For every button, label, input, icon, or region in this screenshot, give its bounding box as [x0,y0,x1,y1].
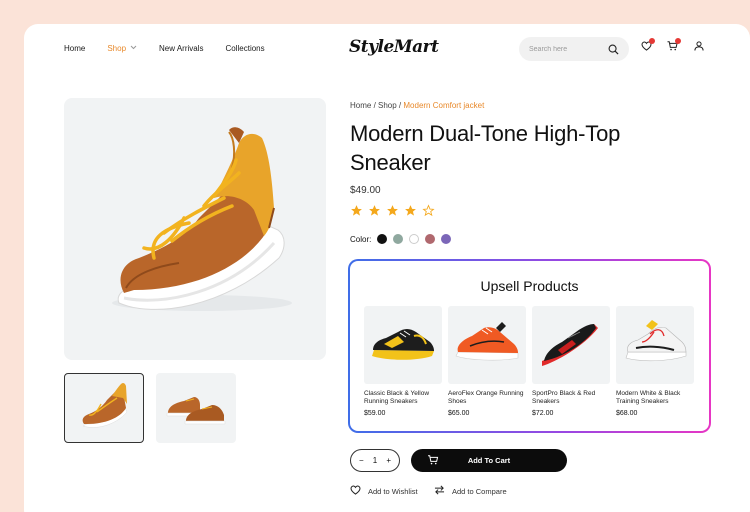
upsell-product-image [616,306,694,384]
cart-icon[interactable] [667,38,681,51]
heart-icon [350,485,361,497]
search-icon[interactable] [608,44,619,55]
upsell-product-name: Classic Black & Yellow Running Sneakers [364,390,430,405]
qty-decrease-button[interactable]: − [359,456,364,465]
star-filled-icon [404,204,417,217]
nav-home-label: Home [64,44,86,53]
color-swatch-white[interactable] [409,234,420,244]
breadcrumb-home[interactable]: Home [350,101,371,110]
nav-shop[interactable]: Shop [107,44,137,53]
quantity-stepper: − 1 + [350,449,400,472]
nav-collections[interactable]: Collections [225,44,264,53]
upsell-panel: Upsell Products Classic Black & Yellow R… [348,259,711,433]
nav-new-arrivals[interactable]: New Arrivals [159,44,203,53]
upsell-product-price: $68.00 [616,410,638,417]
star-filled-icon [368,204,381,217]
add-to-cart-button[interactable]: Add To Cart [411,449,567,472]
sneaker-illustration [112,127,292,311]
search-bar [519,37,629,61]
upsell-product-name: Modern White & Black Training Sneakers [616,390,681,405]
upsell-product-card[interactable]: Classic Black & Yellow Running Sneakers … [364,306,442,417]
upsell-product-card[interactable]: AeroFlex Orange Running Shoes $65.00 [448,306,526,417]
product-page-card: Home Shop New Arrivals Collections Style… [24,24,750,512]
sneaker-black-yellow-icon [372,329,434,360]
product-title: Modern Dual-Tone High-Top Sneaker [350,121,621,175]
add-to-compare-link[interactable]: Add to Compare [434,485,507,497]
thumbnail-sneaker-icon [82,382,128,428]
color-swatch-sage[interactable] [393,234,404,244]
add-to-wishlist-link[interactable]: Add to Wishlist [350,485,418,497]
wishlist-badge [649,38,655,44]
compare-arrows-icon [434,485,445,497]
main-nav: Home Shop New Arrivals Collections [64,44,265,53]
color-swatch-rose[interactable] [425,234,436,244]
upsell-product-price: $72.00 [532,410,554,417]
sneaker-orange-icon [455,322,519,361]
color-selector: Color: [350,234,452,244]
upsell-product-price: $65.00 [448,410,470,417]
thumbnail-2[interactable] [156,373,236,443]
nav-home[interactable]: Home [64,44,85,53]
star-empty-icon [422,204,435,217]
thumbnail-shoe-pair-icon [166,397,226,425]
user-icon[interactable] [694,41,704,51]
upsell-product-image [364,306,442,384]
sneaker-black-red-icon [542,324,598,366]
breadcrumb-shop[interactable]: Shop [378,101,397,110]
sneaker-white-black-icon [625,320,687,362]
cart-badge [675,38,681,44]
nav-new-arrivals-label: New Arrivals [159,44,204,53]
chevron-down-icon [130,45,137,52]
color-label: Color: [350,234,372,244]
nav-collections-label: Collections [225,44,265,53]
qty-value[interactable]: 1 [373,456,377,465]
upsell-product-card[interactable]: SportPro Black & Red Sneakers $72.00 [532,306,610,417]
cart-icon [427,455,439,465]
breadcrumb-current: Modern Comfort jacket [403,101,485,110]
wishlist-label: Add to Wishlist [368,486,418,496]
breadcrumb: Home / Shop / Modern Comfort jacket [350,101,485,110]
thumbnail-1[interactable] [64,373,144,443]
site-logo[interactable]: StyleMart [349,37,439,57]
product-price: $49.00 [350,185,381,196]
star-filled-icon [350,204,363,217]
nav-shop-label: Shop [107,44,127,53]
qty-increase-button[interactable]: + [386,456,391,465]
upsell-product-image [448,306,526,384]
rating-stars [350,204,435,217]
upsell-product-name: AeroFlex Orange Running Shoes [448,390,524,405]
upsell-product-price: $59.00 [364,410,386,417]
heart-icon[interactable] [641,38,655,51]
upsell-product-name: SportPro Black & Red Sneakers [532,390,596,405]
main-product-image [64,98,326,360]
upsell-product-image [532,306,610,384]
star-filled-icon [386,204,399,217]
upsell-title: Upsell Products [480,278,579,294]
upsell-product-card[interactable]: Modern White & Black Training Sneakers $… [616,306,694,417]
upsell-product-list: Classic Black & Yellow Running Sneakers … [364,306,694,417]
color-swatch-black[interactable] [377,234,388,244]
color-swatch-purple[interactable] [441,234,452,244]
search-input[interactable] [529,45,599,53]
upsell-inner: Upsell Products Classic Black & Yellow R… [350,261,709,431]
compare-label: Add to Compare [452,486,507,496]
